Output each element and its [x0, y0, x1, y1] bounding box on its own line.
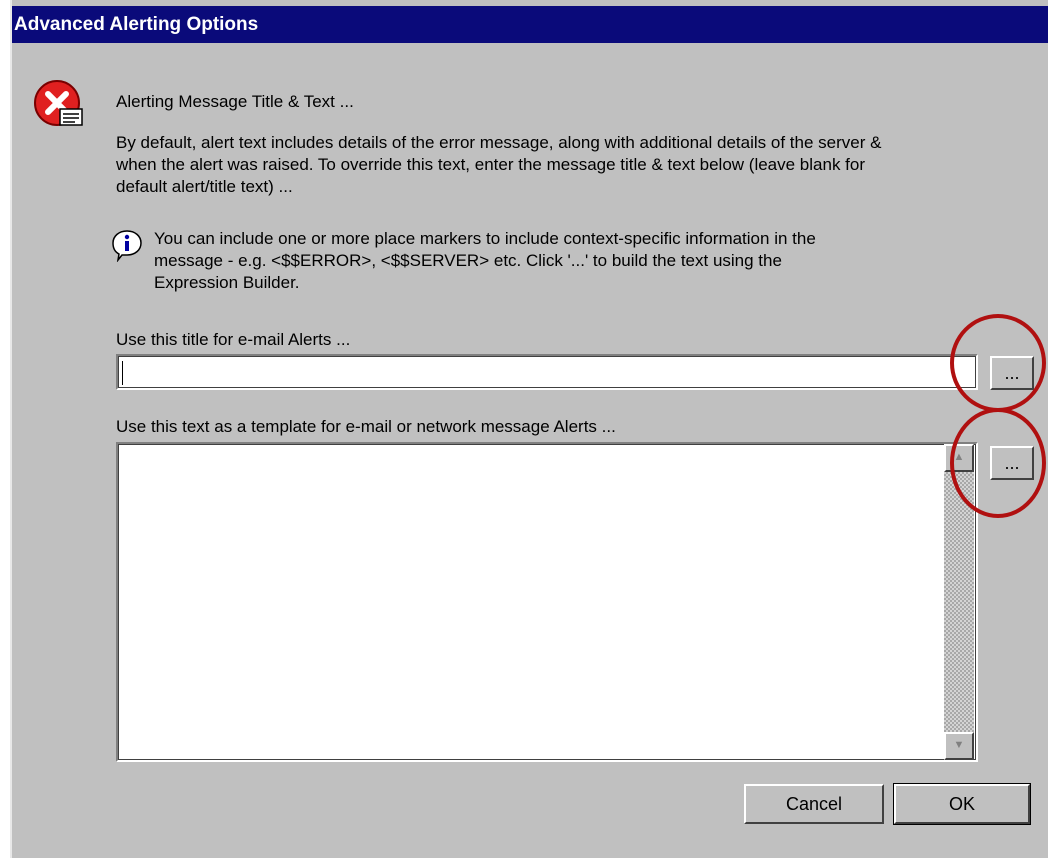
description-line-2: when the alert was raised. To override t… — [116, 155, 866, 174]
text-field-label: Use this text as a template for e-mail o… — [116, 417, 616, 436]
error-icon — [34, 80, 83, 126]
title-field-label: Use this title for e-mail Alerts ... — [116, 330, 351, 349]
description-line-1: By default, alert text includes details … — [116, 133, 882, 152]
text-caret — [122, 361, 123, 385]
ok-button[interactable]: OK — [893, 783, 1031, 825]
cancel-button[interactable]: Cancel — [744, 784, 884, 824]
section-heading: Alerting Message Title & Text ... — [116, 92, 354, 111]
text-expression-builder-button[interactable]: ... — [990, 446, 1034, 480]
alert-text-template-area[interactable] — [116, 442, 978, 762]
arrow-up-icon[interactable]: ▲ — [944, 444, 974, 472]
description-line-3: default alert/title text) ... — [116, 177, 293, 196]
info-line-1: You can include one or more place marker… — [154, 229, 816, 248]
text-area-scrollbar[interactable]: ▲ ▼ — [944, 444, 974, 760]
info-icon — [112, 230, 142, 262]
email-title-input[interactable] — [116, 354, 978, 390]
info-line-3: Expression Builder. — [154, 273, 300, 292]
advanced-alerting-dialog: Advanced Alerting Options Alerting Messa… — [10, 0, 1048, 858]
dialog-titlebar: Advanced Alerting Options — [12, 6, 1048, 43]
title-expression-builder-button[interactable]: ... — [990, 356, 1034, 390]
info-line-2: message - e.g. <$$ERROR>, <$$SERVER> etc… — [154, 251, 782, 270]
arrow-down-icon[interactable]: ▼ — [944, 732, 974, 760]
